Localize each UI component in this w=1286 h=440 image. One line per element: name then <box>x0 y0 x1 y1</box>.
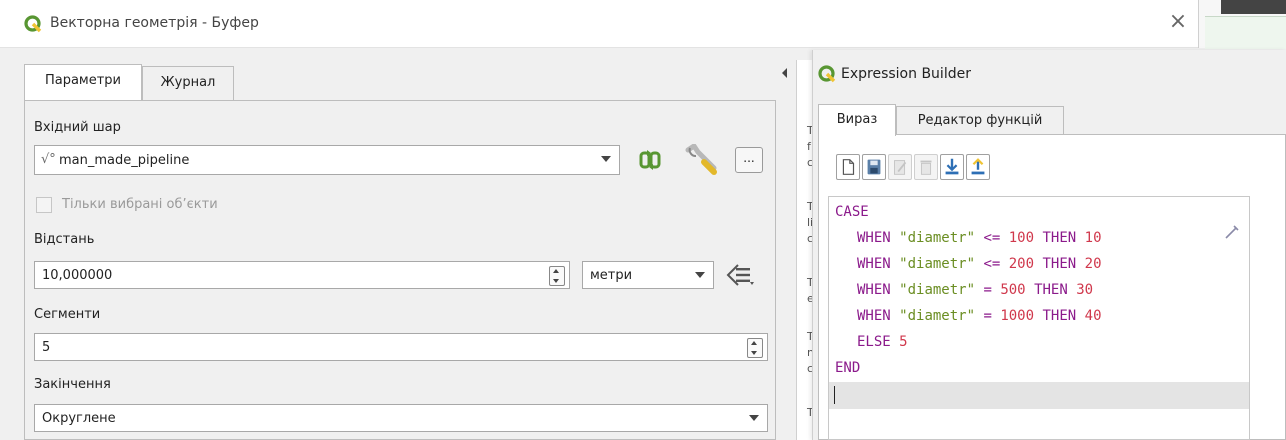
selected-only-checkbox[interactable] <box>36 197 52 213</box>
end-cap-label: Закінчення <box>34 377 111 392</box>
input-layer-value: man_made_pipeline <box>59 153 190 168</box>
dialog-title: Векторна геометрія - Буфер <box>50 15 259 31</box>
distance-input[interactable]: 10,000000 <box>34 261 570 289</box>
data-defined-override-icon[interactable] <box>724 262 758 288</box>
code-value: 100 <box>1008 230 1035 246</box>
unit-combobox[interactable]: метри <box>582 261 714 289</box>
code-line-2: WHEN "diametr" <= 200 THEN 20 <box>857 252 1102 276</box>
chevron-down-icon <box>601 156 611 162</box>
code-then-keyword: THEN <box>1042 230 1077 246</box>
segments-value: 5 <box>42 340 51 355</box>
edit-icon[interactable] <box>888 154 912 180</box>
end-cap-combobox[interactable]: Округлене <box>34 404 768 432</box>
code-field: "diametr" <box>899 256 976 272</box>
input-layer-label: Вхідний шар <box>34 120 121 135</box>
end-cap-value: Округлене <box>42 411 116 426</box>
code-field: "diametr" <box>899 230 976 246</box>
code-result: 20 <box>1084 256 1102 272</box>
code-result: 30 <box>1076 282 1094 298</box>
tab-function-editor[interactable]: Редактор функцій <box>896 106 1064 136</box>
qgis-logo-icon <box>24 15 42 33</box>
code-result: 10 <box>1084 230 1102 246</box>
code-result: 40 <box>1084 308 1102 324</box>
code-field: "diametr" <box>899 282 976 298</box>
collapse-arrow-icon[interactable] <box>780 66 788 80</box>
delete-icon[interactable] <box>914 154 938 180</box>
code-when-keyword: WHEN <box>857 230 891 246</box>
code-end-keyword: END <box>835 360 861 376</box>
code-else-value: 5 <box>899 334 908 350</box>
distance-value: 10,000000 <box>42 268 113 283</box>
code-operator: <= <box>983 256 1001 272</box>
unit-value: метри <box>590 268 633 283</box>
import-icon[interactable] <box>940 154 964 180</box>
chevron-down-icon <box>749 415 759 421</box>
code-value: 500 <box>1000 282 1026 298</box>
code-operator: = <box>983 308 992 324</box>
segments-label: Сегменти <box>34 307 101 322</box>
tab-log[interactable]: Журнал <box>142 66 234 100</box>
segments-input[interactable]: 5 <box>34 333 768 361</box>
text-caret <box>834 386 835 404</box>
code-case-keyword: CASE <box>835 204 869 220</box>
code-when-keyword: WHEN <box>857 308 891 324</box>
code-line-3: WHEN "diametr" = 500 THEN 30 <box>857 278 1093 302</box>
distance-label: Відстань <box>34 232 95 247</box>
code-then-keyword: THEN <box>1042 256 1077 272</box>
code-value: 200 <box>1008 256 1035 272</box>
code-operator: = <box>983 282 992 298</box>
code-line-1: WHEN "diametr" <= 100 THEN 10 <box>857 226 1102 250</box>
selected-only-label: Тільки вибрані об’єкти <box>62 197 218 212</box>
code-when-keyword: WHEN <box>857 256 891 272</box>
close-icon[interactable]: × <box>1165 9 1191 35</box>
expression-builder-title: Expression Builder <box>841 66 971 82</box>
code-when-keyword: WHEN <box>857 282 891 298</box>
iterate-icon[interactable] <box>636 146 664 174</box>
browse-button[interactable]: ... <box>735 147 763 173</box>
export-icon[interactable] <box>966 154 990 180</box>
tab-parameters[interactable]: Параметри <box>24 64 142 100</box>
background-window-edge <box>1198 0 1286 49</box>
new-file-icon[interactable] <box>836 154 860 180</box>
code-else-keyword: ELSE <box>857 334 891 350</box>
qgis-logo-icon <box>818 65 836 83</box>
wrench-icon[interactable] <box>684 144 720 178</box>
current-line-highlight <box>829 382 1249 409</box>
code-operator: <= <box>983 230 1001 246</box>
chevron-down-icon <box>695 272 705 278</box>
code-else-line: ELSE 5 <box>857 330 908 354</box>
help-text-fragment: f <box>807 140 811 153</box>
code-line-4: WHEN "diametr" = 1000 THEN 40 <box>857 304 1102 328</box>
line-layer-icon: √° <box>41 152 56 167</box>
code-value: 1000 <box>1000 308 1035 324</box>
pen-cursor-icon <box>1225 225 1239 239</box>
distance-spinner-icon[interactable] <box>549 266 565 286</box>
segments-spinner-icon[interactable] <box>747 338 763 358</box>
input-layer-combobox[interactable]: √° man_made_pipeline <box>34 145 620 175</box>
code-field: "diametr" <box>899 308 976 324</box>
code-then-keyword: THEN <box>1042 308 1077 324</box>
save-icon[interactable] <box>862 154 886 180</box>
code-then-keyword: THEN <box>1034 282 1068 298</box>
tab-expression[interactable]: Вираз <box>818 104 896 136</box>
